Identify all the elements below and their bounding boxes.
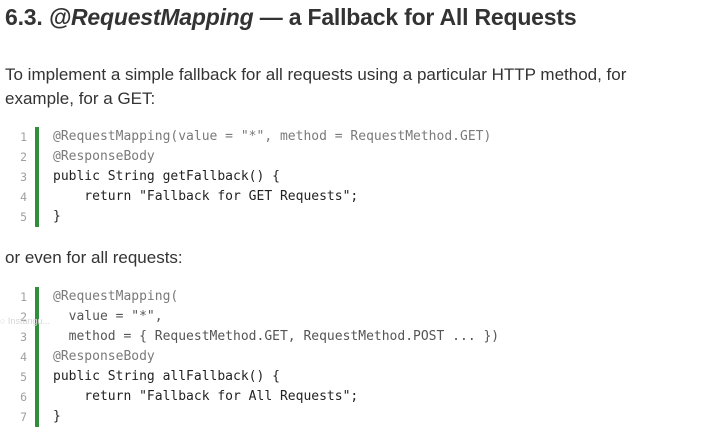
code-text: @ResponseBody xyxy=(53,349,155,364)
code-accent-bar xyxy=(35,327,39,347)
line-number: 3 xyxy=(20,170,27,184)
code-line: 2 @ResponseBody xyxy=(7,147,697,167)
code-line: 6 return "Fallback for All Requests"; xyxy=(7,387,697,407)
code-accent-bar xyxy=(35,207,39,227)
code-block-all-fallback: 1 @RequestMapping( 2 value = "*", 3 meth… xyxy=(7,287,697,427)
code-accent-bar xyxy=(35,407,39,427)
code-line: 4 return "Fallback for GET Requests"; xyxy=(7,187,697,207)
code-accent-bar xyxy=(35,127,39,147)
code-line: 3 method = { RequestMethod.GET, RequestM… xyxy=(7,327,697,347)
section-heading: 6.3. @RequestMapping — a Fallback for Al… xyxy=(5,4,577,31)
code-text: @ResponseBody xyxy=(53,149,155,164)
line-number: 1 xyxy=(20,290,27,304)
line-number: 3 xyxy=(20,330,27,344)
line-number: 4 xyxy=(20,350,27,364)
code-line: 4 @ResponseBody xyxy=(7,347,697,367)
code-text: @RequestMapping( xyxy=(53,289,179,304)
code-text: value = "*", xyxy=(53,309,163,324)
line-number: 5 xyxy=(20,370,27,384)
intro-paragraph: To implement a simple fallback for all r… xyxy=(5,65,627,108)
or-even-paragraph: or even for all requests: xyxy=(5,248,183,267)
code-accent-bar xyxy=(35,287,39,307)
code-text: public String getFallback() { xyxy=(53,169,280,184)
line-number: 6 xyxy=(20,390,27,404)
code-line: 2 value = "*", xyxy=(7,307,697,327)
code-accent-bar xyxy=(35,147,39,167)
code-block-get-fallback: 1 @RequestMapping(value = "*", method = … xyxy=(7,127,697,227)
line-number: 1 xyxy=(20,130,27,144)
code-line: 5 } xyxy=(7,207,697,227)
code-accent-bar xyxy=(35,347,39,367)
code-text: return "Fallback for All Requests"; xyxy=(53,389,359,404)
code-accent-bar xyxy=(35,367,39,387)
code-line: 1 @RequestMapping( xyxy=(7,287,697,307)
heading-rest: — a Fallback for All Requests xyxy=(259,4,577,30)
section-number: 6.3. xyxy=(5,4,43,30)
code-text: return "Fallback for GET Requests"; xyxy=(53,189,359,204)
code-accent-bar xyxy=(35,387,39,407)
code-text: } xyxy=(53,209,61,224)
line-number: 4 xyxy=(20,190,27,204)
code-line: 3 public String getFallback() { xyxy=(7,167,697,187)
code-text: } xyxy=(53,409,61,424)
code-accent-bar xyxy=(35,187,39,207)
code-line: 1 @RequestMapping(value = "*", method = … xyxy=(7,127,697,147)
code-text: public String allFallback() { xyxy=(53,369,280,384)
code-line: 5 public String allFallback() { xyxy=(7,367,697,387)
line-number: 2 xyxy=(20,150,27,164)
line-number: 5 xyxy=(20,210,27,224)
code-text: @RequestMapping(value = "*", method = Re… xyxy=(53,129,492,144)
code-text: method = { RequestMethod.GET, RequestMet… xyxy=(53,329,500,344)
line-number: 7 xyxy=(20,410,27,424)
heading-annotation: @RequestMapping xyxy=(48,4,254,30)
code-line: 7 } xyxy=(7,407,697,427)
watermark-text: ○ Instangu... xyxy=(0,316,50,326)
code-accent-bar xyxy=(35,167,39,187)
